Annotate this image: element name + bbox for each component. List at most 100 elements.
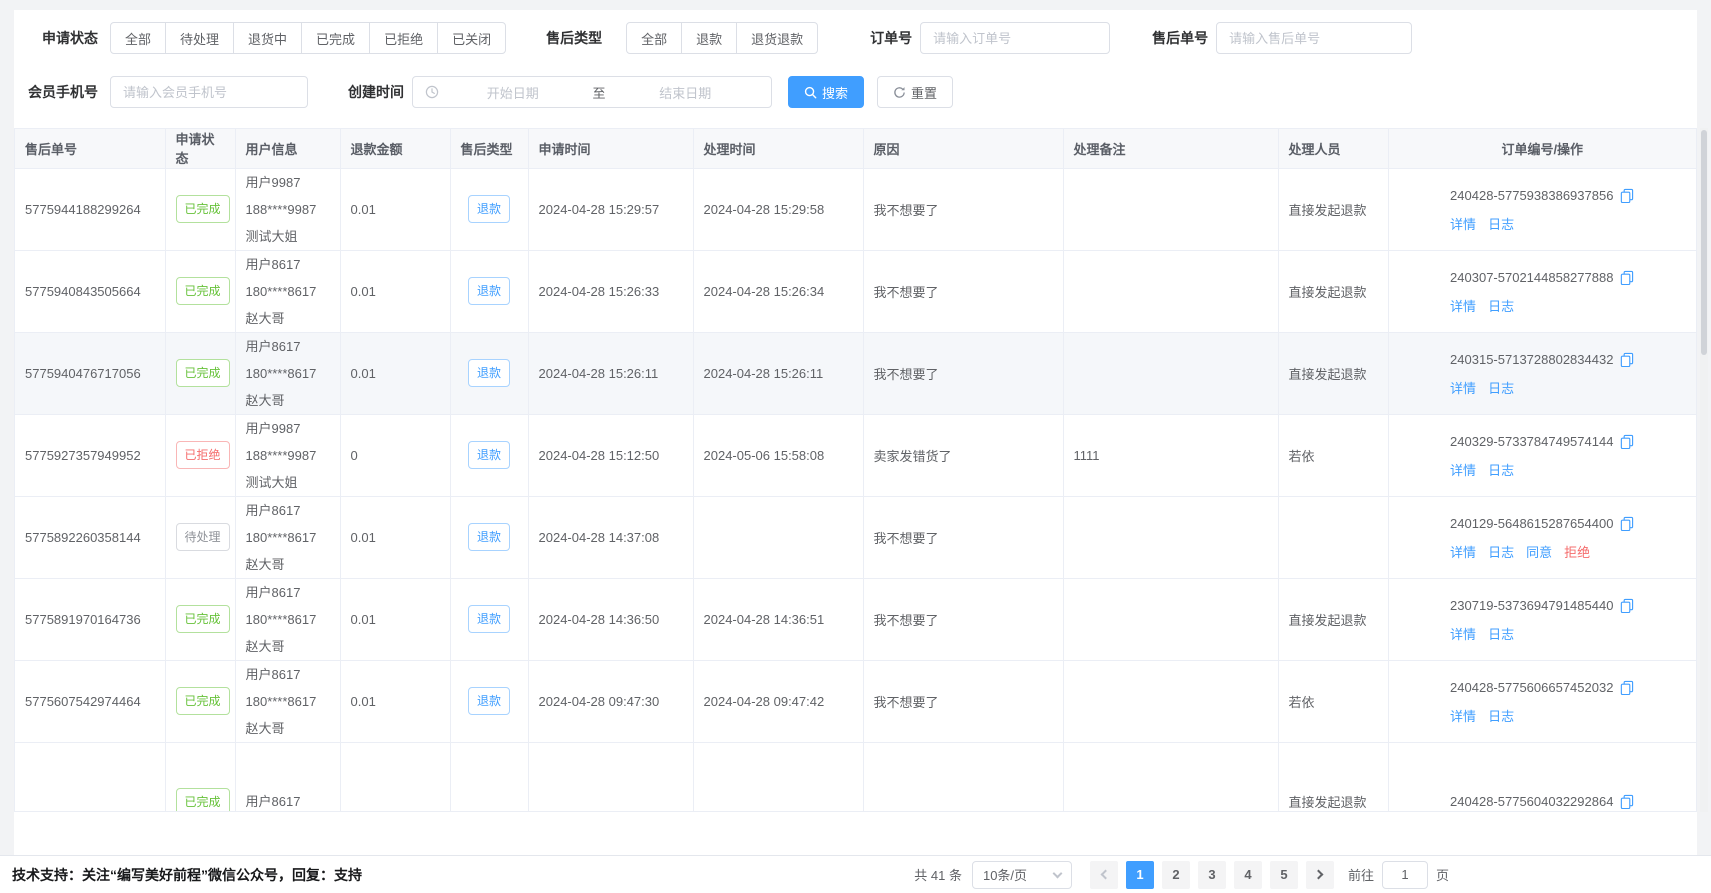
action-links: 详情日志 — [1450, 706, 1634, 725]
cell-type: 退款 — [450, 332, 528, 414]
clock-icon — [425, 85, 439, 99]
status-badge: 已拒绝 — [176, 441, 230, 469]
action-link[interactable]: 详情 — [1450, 545, 1476, 560]
page-button[interactable]: 5 — [1270, 861, 1298, 889]
table-row: 已完成用户8617直接发起退款240428-5775604032292864 — [15, 742, 1696, 812]
page-button[interactable]: 1 — [1126, 861, 1154, 889]
cell-status: 已完成 — [165, 742, 235, 812]
status-filter-option[interactable]: 待处理 — [165, 22, 234, 54]
page-button[interactable]: 4 — [1234, 861, 1262, 889]
user-info-line: 用户8617 — [246, 579, 330, 606]
action-link[interactable]: 详情 — [1450, 627, 1476, 642]
action-link[interactable]: 详情 — [1450, 463, 1476, 478]
page-button[interactable]: 2 — [1162, 861, 1190, 889]
end-date-placeholder[interactable]: 结束日期 — [612, 83, 760, 102]
order-no: 240428-5775938386937856 — [1450, 186, 1613, 206]
next-page-button[interactable] — [1306, 861, 1334, 889]
order-op-block: 240307-5702144858277888详情日志 — [1450, 268, 1634, 315]
support-text: 技术支持：关注“编写美好前程”微信公众号，回复：支持 — [12, 865, 362, 885]
copy-icon[interactable] — [1619, 270, 1634, 285]
user-info-line: 用户9987 — [246, 169, 330, 196]
action-link[interactable]: 日志 — [1488, 299, 1514, 314]
page-size-select[interactable]: 10条/页 — [972, 861, 1072, 889]
type-badge: 退款 — [468, 359, 510, 387]
cell-type: 退款 — [450, 168, 528, 250]
cell-status: 已拒绝 — [165, 414, 235, 496]
cell-reason: 我不想要了 — [863, 660, 1063, 742]
reset-button[interactable]: 重置 — [877, 76, 953, 108]
scrollbar-thumb[interactable] — [1701, 130, 1707, 355]
type-badge: 退款 — [468, 441, 510, 469]
action-link[interactable]: 日志 — [1488, 545, 1514, 560]
page-button[interactable]: 3 — [1198, 861, 1226, 889]
user-info-line: 赵大哥 — [246, 305, 330, 332]
action-link[interactable]: 拒绝 — [1564, 545, 1590, 560]
table-row: 5775891970164736已完成用户8617180****8617赵大哥0… — [15, 578, 1696, 660]
status-filter-option[interactable]: 全部 — [110, 22, 166, 54]
aftersale-no-label: 售后单号 — [1152, 28, 1208, 48]
action-link[interactable]: 日志 — [1488, 217, 1514, 232]
goto-page-input[interactable] — [1382, 861, 1428, 889]
order-no: 240315-5713728802834432 — [1450, 350, 1613, 370]
order-no: 240329-5733784749574144 — [1450, 432, 1613, 452]
copy-icon[interactable] — [1619, 794, 1634, 809]
cell-user-info: 用户9987188****9987测试大姐 — [235, 168, 340, 250]
order-line: 240329-5733784749574144 — [1450, 432, 1634, 452]
search-icon — [804, 86, 817, 99]
cell-handle-time: 2024-04-28 14:36:51 — [693, 578, 863, 660]
action-link[interactable]: 日志 — [1488, 381, 1514, 396]
status-filter-option[interactable]: 退货中 — [233, 22, 302, 54]
start-date-placeholder[interactable]: 开始日期 — [439, 83, 587, 102]
copy-icon[interactable] — [1619, 680, 1634, 695]
table-row: 5775940476717056已完成用户8617180****8617赵大哥0… — [15, 332, 1696, 414]
user-info-line: 赵大哥 — [246, 633, 330, 660]
cell-refund-amount: 0.01 — [340, 660, 450, 742]
search-button[interactable]: 搜索 — [788, 76, 864, 108]
user-info-line: 赵大哥 — [246, 551, 330, 578]
refresh-icon — [893, 86, 906, 99]
action-link[interactable]: 日志 — [1488, 627, 1514, 642]
user-info-line: 赵大哥 — [246, 387, 330, 414]
status-filter-option[interactable]: 已拒绝 — [369, 22, 438, 54]
cell-user-info: 用户9987188****9987测试大姐 — [235, 414, 340, 496]
action-link[interactable]: 日志 — [1488, 709, 1514, 724]
type-filter-option[interactable]: 退货退款 — [736, 22, 818, 54]
cell-handler: 直接发起退款 — [1278, 332, 1388, 414]
cell-handle-time: 2024-04-28 15:26:34 — [693, 250, 863, 332]
type-badge: 退款 — [468, 687, 510, 715]
cell-reason: 卖家发错货了 — [863, 414, 1063, 496]
action-link[interactable]: 详情 — [1450, 709, 1476, 724]
phone-input[interactable] — [110, 76, 308, 108]
action-link[interactable]: 详情 — [1450, 217, 1476, 232]
cell-refund-amount: 0 — [340, 414, 450, 496]
search-button-label: 搜索 — [822, 83, 848, 102]
action-link[interactable]: 详情 — [1450, 299, 1476, 314]
cell-user-info: 用户8617180****8617赵大哥 — [235, 496, 340, 578]
user-info-line: 180****8617 — [246, 606, 330, 633]
type-filter-option[interactable]: 退款 — [681, 22, 737, 54]
status-filter-option[interactable]: 已完成 — [301, 22, 370, 54]
cell-remark — [1063, 578, 1278, 660]
status-badge: 已完成 — [176, 359, 230, 387]
action-link[interactable]: 日志 — [1488, 463, 1514, 478]
column-header: 处理人员 — [1278, 129, 1388, 168]
column-header: 申请状态 — [165, 129, 235, 168]
copy-icon[interactable] — [1619, 516, 1634, 531]
copy-icon[interactable] — [1619, 352, 1634, 367]
date-range-picker[interactable]: 开始日期 至 结束日期 — [412, 76, 772, 108]
table-scrollbar[interactable] — [1700, 128, 1708, 812]
type-filter-option[interactable]: 全部 — [626, 22, 682, 54]
copy-icon[interactable] — [1619, 598, 1634, 613]
order-no-input[interactable] — [920, 22, 1110, 54]
status-filter-option[interactable]: 已关闭 — [437, 22, 506, 54]
copy-icon[interactable] — [1619, 188, 1634, 203]
prev-page-button[interactable] — [1090, 861, 1118, 889]
copy-icon[interactable] — [1619, 434, 1634, 449]
action-link[interactable]: 详情 — [1450, 381, 1476, 396]
cell-handle-time — [693, 742, 863, 812]
action-link[interactable]: 同意 — [1526, 545, 1552, 560]
aftersale-no-input[interactable] — [1216, 22, 1412, 54]
order-op-block: 240129-5648615287654400详情日志同意拒绝 — [1450, 514, 1634, 561]
cell-user-info: 用户8617180****8617赵大哥 — [235, 332, 340, 414]
action-links: 详情日志 — [1450, 214, 1634, 233]
